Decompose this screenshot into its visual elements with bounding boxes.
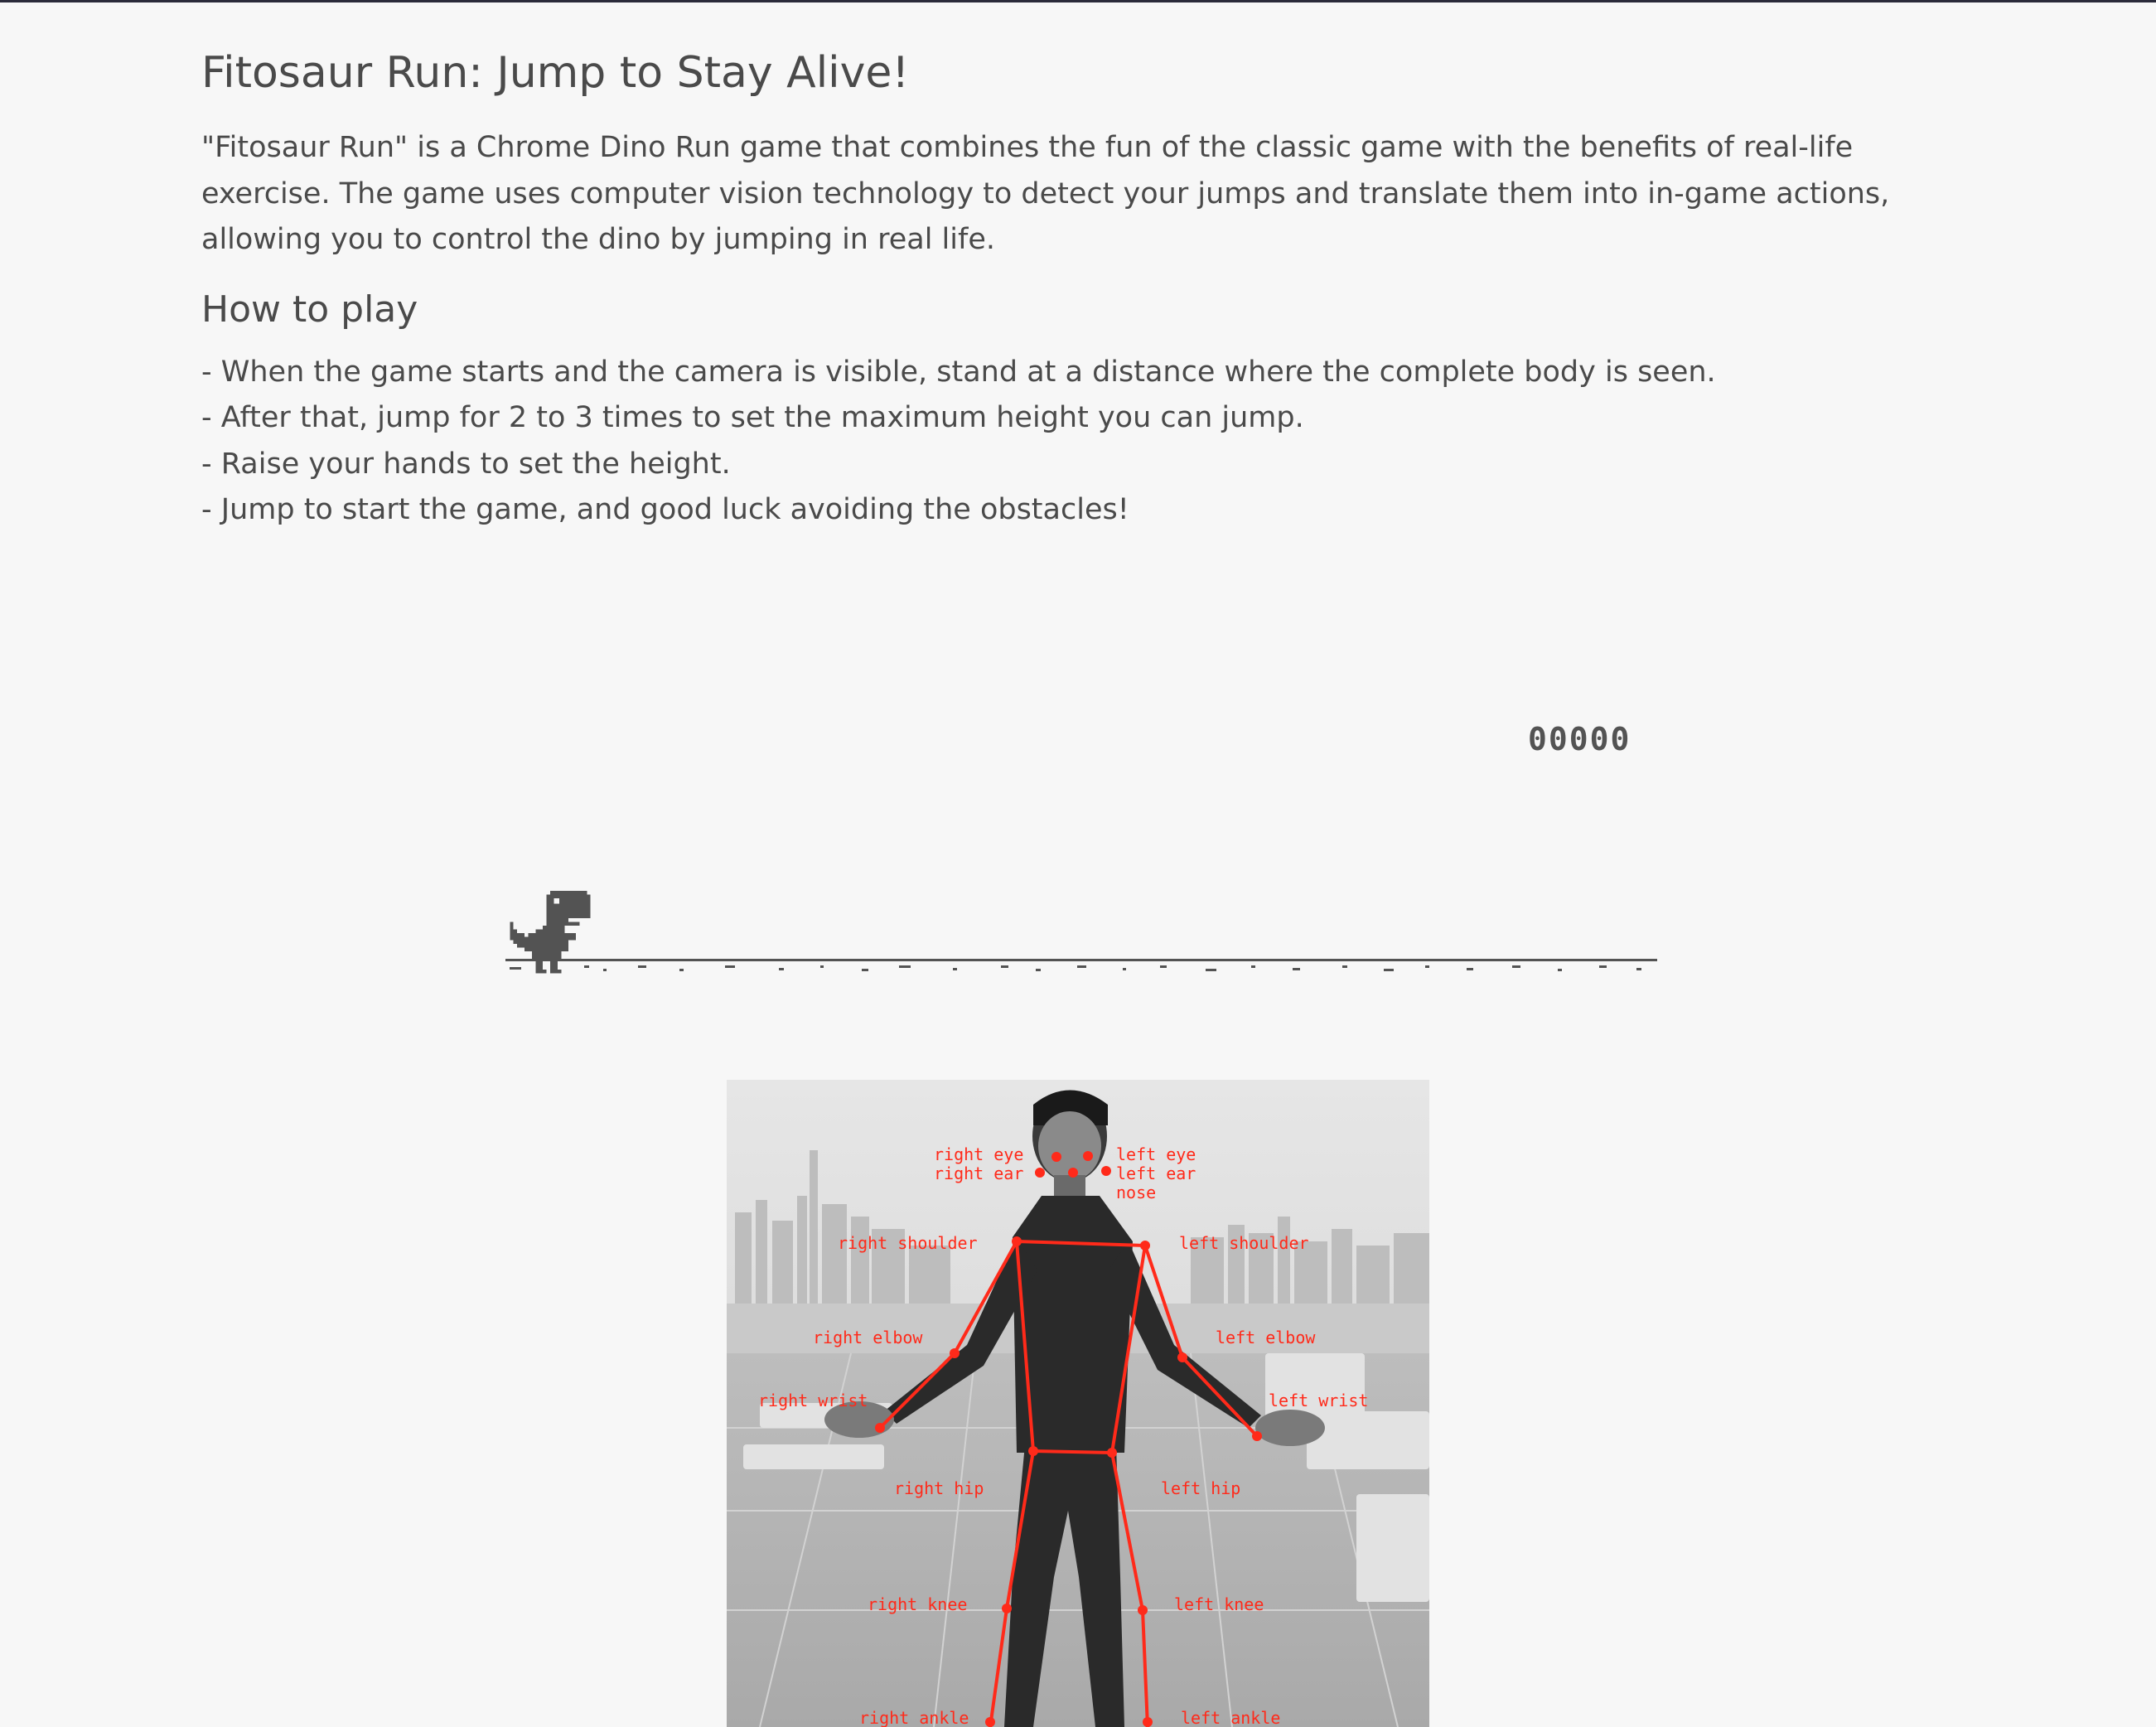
how-to-play-steps: - When the game starts and the camera is… — [201, 350, 1983, 534]
step-item: - Jump to start the game, and good luck … — [201, 493, 1129, 526]
step-item: - When the game starts and the camera is… — [201, 355, 1716, 389]
game-ground-line — [505, 959, 1657, 961]
page-title: Fitosaur Run: Jump to Stay Alive! — [201, 48, 910, 98]
label-nose: nose — [1116, 1183, 1156, 1202]
label-right-wrist: right wrist — [758, 1391, 868, 1410]
step-item: - After that, jump for 2 to 3 times to s… — [201, 401, 1304, 434]
label-right-elbow: right elbow — [813, 1328, 923, 1347]
label-left-ankle: left ankle — [1181, 1708, 1280, 1727]
label-left-eye: left eye — [1116, 1144, 1196, 1164]
page-content: Fitosaur Run: Jump to Stay Alive! "Fitos… — [201, 41, 1983, 534]
window-top-border — [0, 0, 2156, 2]
intro-paragraph: "Fitosaur Run" is a Chrome Dino Run game… — [201, 131, 1890, 256]
label-right-eye: right eye — [934, 1144, 1023, 1164]
label-right-hip: right hip — [894, 1478, 984, 1498]
pose-illustration: right eye left eye right ear left ear no… — [727, 1080, 1429, 1727]
game-score: 00000 — [1528, 721, 1632, 757]
dino-game-canvas[interactable]: 00000 — [505, 713, 1657, 986]
step-item: - Raise your hands to set the height. — [201, 447, 731, 481]
how-to-play-heading: How to play — [201, 288, 418, 331]
label-left-hip: left hip — [1161, 1478, 1240, 1498]
label-left-shoulder: left shoulder — [1179, 1233, 1309, 1253]
label-left-elbow: left elbow — [1216, 1328, 1316, 1347]
label-left-ear: left ear — [1116, 1163, 1196, 1183]
label-left-knee: left knee — [1174, 1594, 1264, 1614]
game-ground-texture — [510, 965, 1641, 971]
label-left-wrist: left wrist — [1269, 1391, 1368, 1410]
label-right-ankle: right ankle — [859, 1708, 969, 1727]
label-right-shoulder: right shoulder — [838, 1233, 978, 1253]
pose-estimation-image: right eye left eye right ear left ear no… — [727, 1080, 1429, 1727]
label-right-ear: right ear — [934, 1163, 1023, 1183]
label-right-knee: right knee — [868, 1594, 967, 1614]
